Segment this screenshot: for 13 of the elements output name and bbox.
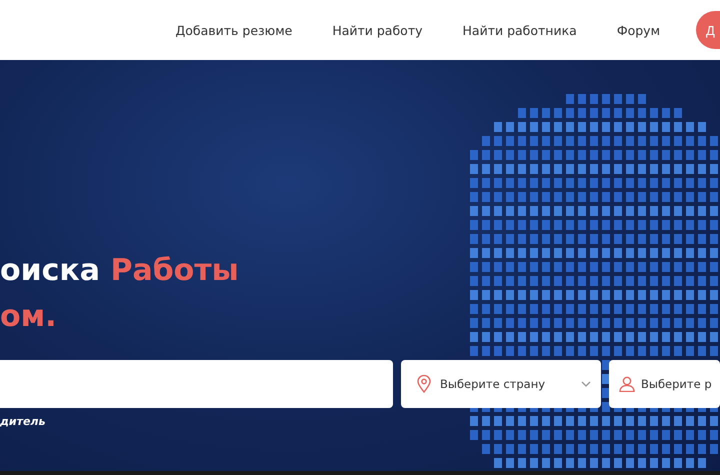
user-icon (619, 376, 635, 392)
nav-link[interactable]: Найти работу (332, 22, 423, 38)
search-field[interactable] (0, 360, 393, 408)
caption-text: дитель (0, 415, 46, 428)
hero-headline: ом. (0, 298, 58, 336)
chevron-down-icon (581, 381, 591, 387)
nav-link[interactable]: Добавить резюме (176, 22, 292, 38)
role-select[interactable]: Выберите р (609, 360, 720, 408)
location-pin-icon (417, 375, 431, 393)
nav-link[interactable]: Форум (616, 22, 660, 38)
hero-headline: оиска Работы (0, 252, 240, 290)
country-select[interactable]: Выберите страну (401, 360, 601, 408)
nav-link[interactable]: Найти работника (462, 22, 577, 38)
